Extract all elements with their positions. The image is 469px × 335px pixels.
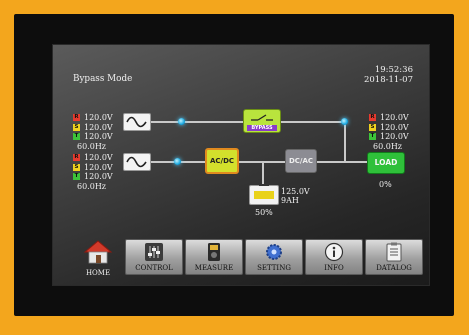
main-flow-dot [174,158,181,165]
info-icon [324,242,344,262]
output-frequency: 60.0Hz [373,141,403,151]
bypass-sine-wave-icon [123,113,151,131]
output-flow-dot [341,118,348,125]
main-s-voltage: 120.0V [84,162,113,172]
bypass-input-readings: R 120.0V S 120.0V T 120.0V 60.0Hz [73,113,113,151]
main-sine-wave-icon [123,153,151,171]
dc-bus-line [237,161,285,163]
phase-r-tag: R [73,114,80,122]
bypass-line-in [151,121,243,123]
phase-s-tag: S [73,163,80,171]
nav-control-button[interactable]: CONTROL [125,239,183,275]
output-t-voltage: 120.0V [380,132,409,142]
nav-home-label: HOME [85,269,111,277]
clipboard-icon [386,242,402,262]
battery-charge-fill [254,191,274,199]
main-frequency: 60.0Hz [77,181,107,191]
inverter-out-line [316,161,344,163]
nav-measure-button[interactable]: MEASURE [185,239,243,275]
main-t-voltage: 120.0V [84,172,113,182]
rectifier-module[interactable]: AC/DC [205,148,239,174]
load-feed-line [344,161,368,163]
nav-measure-label: MEASURE [194,264,234,272]
clock: 19:52:36 2018-11-07 [364,65,413,85]
bypass-s-voltage: 120.0V [84,122,113,132]
nav-home-button[interactable]: HOME [81,239,115,277]
nav-info-button[interactable]: INFO [305,239,363,275]
phase-t-tag: T [369,133,376,141]
phase-r-tag: R [73,154,80,162]
switch-icon [251,114,273,121]
bypass-frequency: 60.0Hz [77,141,107,151]
bypass-t-voltage: 120.0V [84,132,113,142]
phase-t-tag: T [73,173,80,181]
phase-s-tag: S [73,123,80,131]
bypass-module[interactable]: BYPASS [243,109,281,133]
multimeter-icon [208,243,220,261]
sliders-icon [145,243,163,261]
output-r-voltage: 120.0V [380,113,409,122]
battery-percent: 50% [255,208,273,217]
mode-label: Bypass Mode [73,74,133,84]
load-module[interactable]: LOAD [367,152,405,174]
gear-icon [266,244,282,260]
battery-link-line [262,161,264,185]
nav-control-label: CONTROL [135,264,173,272]
nav-datalog-label: DATALOG [376,264,412,272]
main-input-readings: R 120.0V S 120.0V T 120.0V 60.0Hz [73,153,113,191]
nav-setting-button[interactable]: SETTING [245,239,303,275]
battery-capacity: 9AH [281,196,299,205]
main-r-voltage: 120.0V [84,153,113,162]
home-icon [83,240,113,264]
output-readings: R 120.0V S 120.0V T 120.0V 60.0Hz [369,113,409,151]
inverter-module[interactable]: DC/AC [285,149,317,173]
load-percent: 0% [379,180,392,189]
bypass-flow-dot [178,118,185,125]
output-s-voltage: 120.0V [380,122,409,132]
bypass-r-voltage: 120.0V [84,113,113,122]
battery-voltage: 125.0V [281,187,310,196]
phase-r-tag: R [369,114,376,122]
battery-readings: 125.0V 9AH [281,187,310,205]
clock-time: 19:52:36 [374,65,413,75]
nav-setting-label: SETTING [257,264,291,272]
battery-icon[interactable] [249,184,279,205]
bypass-line-out [280,121,344,123]
bottom-navigation: HOME CONTROL MEASURE SETTING INFO DATALO… [63,239,423,279]
nav-datalog-button[interactable]: DATALOG [365,239,423,275]
clock-date: 2018-11-07 [363,75,413,85]
bypass-line-drop [344,121,346,161]
nav-info-label: INFO [324,264,344,272]
phase-s-tag: S [369,123,376,131]
phase-t-tag: T [73,133,80,141]
ups-touch-screen: Bypass Mode 19:52:36 2018-11-07 R 120.0V … [52,44,430,286]
bypass-module-label: BYPASS [247,125,277,131]
